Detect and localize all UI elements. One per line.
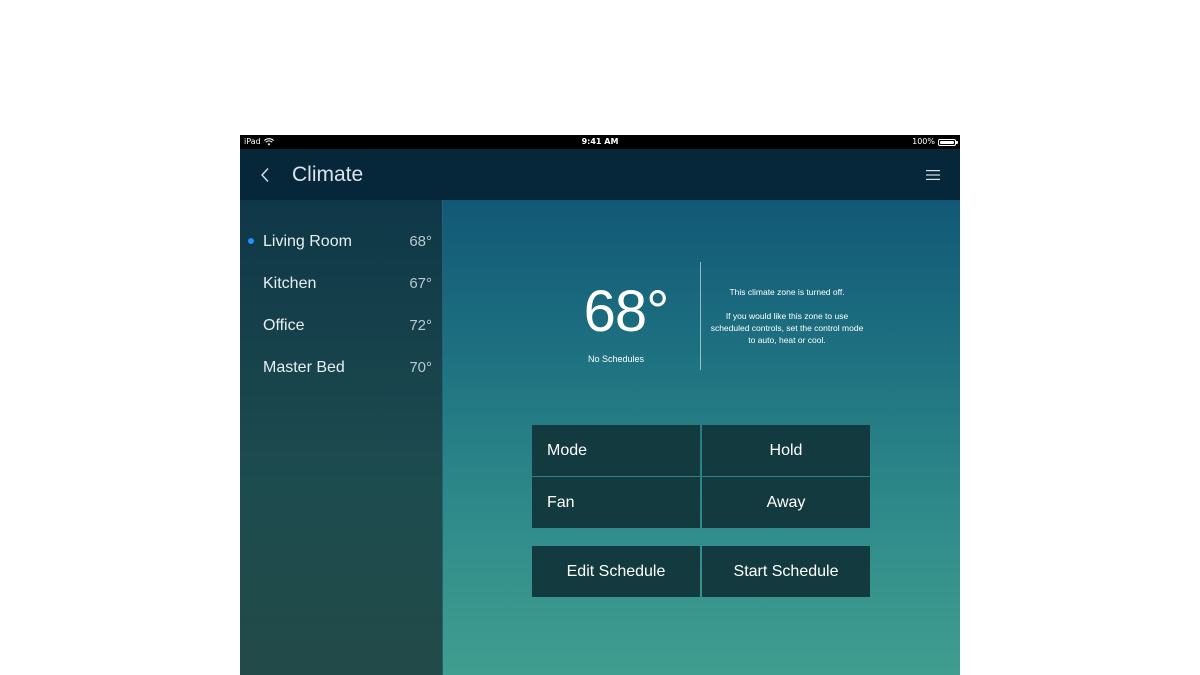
vertical-divider — [700, 262, 701, 370]
zone-name: Kitchen — [263, 275, 317, 292]
status-left: iPad — [244, 135, 274, 149]
away-button-label: Away — [766, 494, 806, 511]
current-temperature: 68° — [583, 279, 670, 344]
zone-item-kitchen[interactable]: Kitchen 67° — [240, 264, 442, 304]
menu-button[interactable] — [922, 164, 944, 186]
hold-button-label: Hold — [769, 442, 803, 459]
zone-name: Master Bed — [263, 359, 345, 376]
hamburger-menu-icon — [926, 170, 940, 180]
wifi-icon — [263, 138, 274, 146]
mode-button[interactable]: Mode — [532, 425, 700, 476]
climate-main-panel: 68° No Schedules This climate zone is tu… — [443, 200, 960, 675]
zone-item-master-bed[interactable]: Master Bed 70° — [240, 348, 442, 388]
status-time: 9:41 AM — [581, 137, 619, 146]
device-label: iPad — [244, 137, 261, 146]
chevron-left-icon — [261, 168, 269, 182]
battery-percent: 100% — [912, 137, 935, 146]
nav-bar: Climate — [240, 149, 960, 200]
fan-button-label: Fan — [547, 494, 575, 511]
zone-temperature: 72° — [409, 317, 432, 334]
edit-schedule-button[interactable]: Edit Schedule — [532, 546, 700, 597]
away-button[interactable]: Away — [702, 477, 870, 528]
hold-button[interactable]: Hold — [702, 425, 870, 476]
battery-icon — [938, 138, 958, 146]
zone-item-office[interactable]: Office 72° — [240, 306, 442, 346]
zone-sidebar: Living Room 68° Kitchen 67° Office 72° M… — [240, 200, 443, 675]
fan-button[interactable]: Fan — [532, 477, 700, 528]
active-zone-indicator — [248, 238, 254, 244]
zone-temperature: 67° — [409, 275, 432, 292]
mode-button-label: Mode — [547, 442, 588, 459]
status-bar: iPad 9:41 AM 100% — [240, 135, 960, 149]
zone-name: Office — [263, 317, 305, 334]
page-title: Climate — [292, 163, 364, 186]
zone-temperature: 70° — [409, 359, 432, 376]
start-schedule-button[interactable]: Start Schedule — [702, 546, 870, 597]
edit-schedule-label: Edit Schedule — [566, 563, 666, 580]
zone-off-title: This climate zone is turned off. — [729, 287, 845, 297]
zone-item-living-room[interactable]: Living Room 68° — [240, 222, 442, 262]
schedules-status: No Schedules — [587, 354, 645, 364]
zone-name: Living Room — [263, 233, 352, 250]
start-schedule-label: Start Schedule — [733, 563, 839, 580]
ipad-screen: iPad 9:41 AM 100% Climate Living Room 68… — [240, 135, 960, 675]
zone-off-hint: If you would like this zone to use sched… — [710, 311, 864, 345]
zone-temperature: 68° — [409, 233, 432, 250]
back-button[interactable] — [254, 162, 276, 188]
status-right: 100% — [912, 135, 958, 149]
zone-off-message: This climate zone is turned off. If you … — [707, 286, 867, 346]
